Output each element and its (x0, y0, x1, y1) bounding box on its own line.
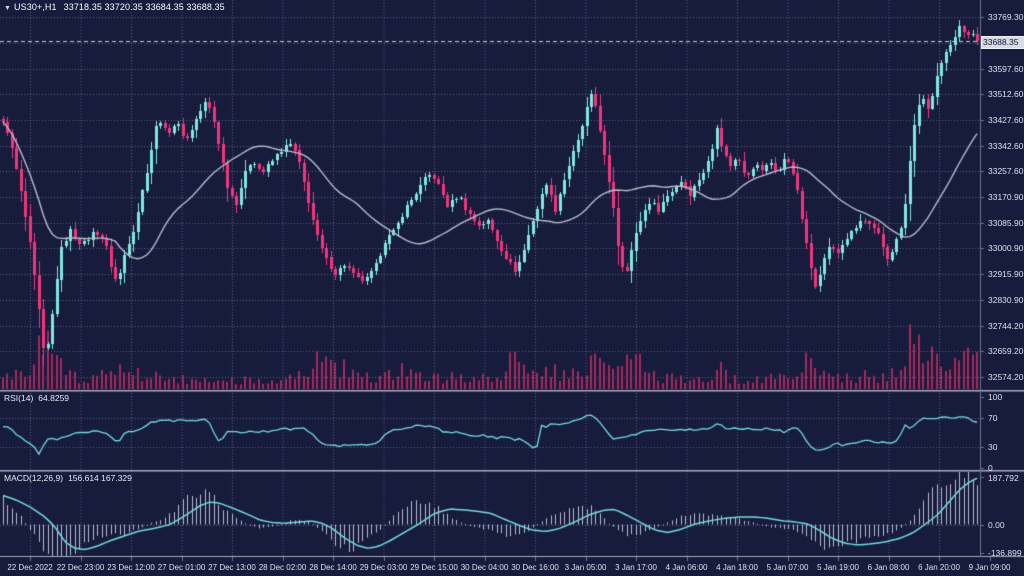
macd-name: MACD(12,26,9) (4, 473, 63, 483)
time-axis-label: 9 Jan 09:00 (950, 563, 1024, 572)
rsi-value: 64.8259 (38, 393, 69, 403)
ohlc-values: 33718.35 33720.35 33684.35 33688.35 (64, 2, 225, 12)
rsi-indicator-label: RSI(14) 64.8259 (4, 393, 69, 403)
collapse-chart-icon[interactable]: ▼ (4, 5, 11, 12)
chart-title: ▼US30+,H1 33718.35 33720.35 33684.35 3368… (4, 2, 225, 12)
macd-level-label: 187.792 (988, 473, 1019, 483)
chart-canvas[interactable] (0, 0, 1024, 576)
current-price-label: 33688.35 (981, 36, 1024, 49)
macd-level-label: 0.00 (988, 520, 1005, 530)
symbol-period-label: US30+,H1 (14, 2, 57, 12)
time-axis[interactable]: 22 Dec 202222 Dec 23:0023 Dec 12:0027 De… (0, 557, 1024, 576)
rsi-name: RSI(14) (4, 393, 33, 403)
macd-indicator-label: MACD(12,26,9) 156.614 167.329 (4, 473, 132, 483)
macd-values: 156.614 167.329 (68, 473, 132, 483)
macd-axis[interactable]: 187.7920.00-136.899 (984, 0, 1024, 576)
trading-chart-window: ▼US30+,H1 33718.35 33720.35 33684.35 3368… (0, 0, 1024, 576)
